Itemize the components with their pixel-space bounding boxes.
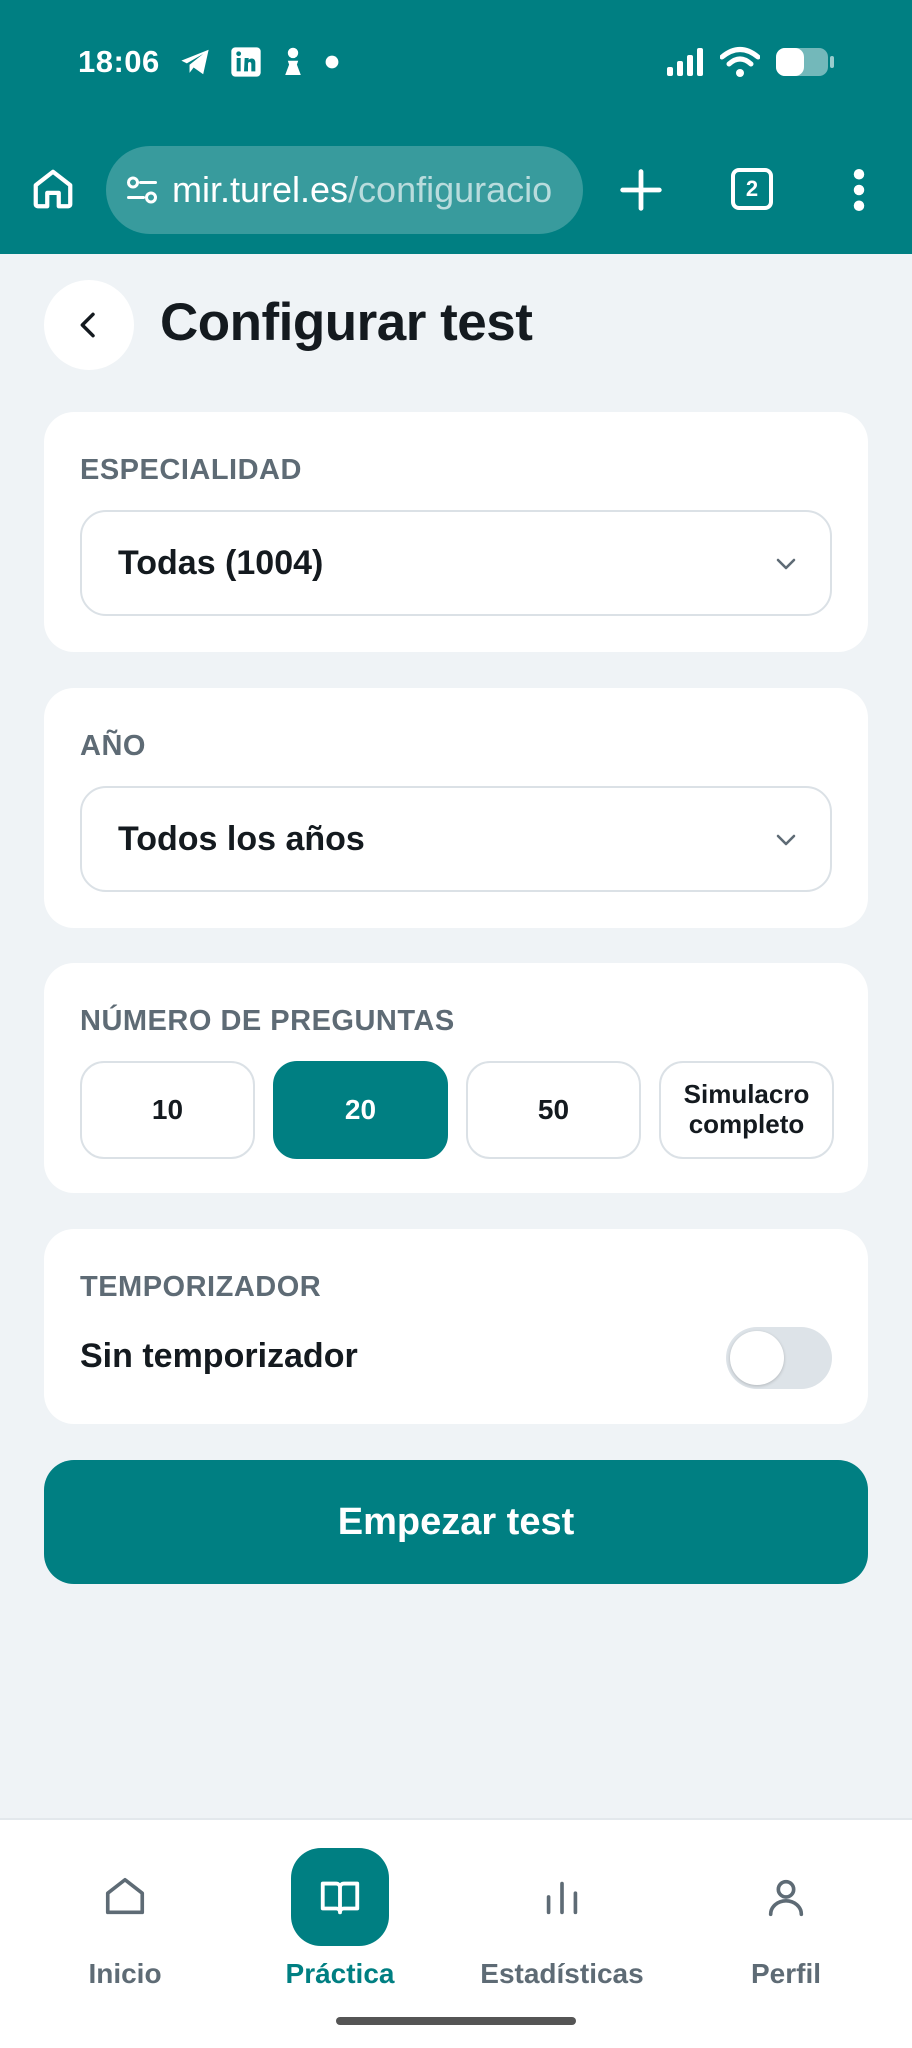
nav-item-estadisticas[interactable]: Estadísticas — [462, 1848, 662, 1990]
nav-label-practica: Práctica — [285, 1958, 395, 1989]
chevron-down-icon — [776, 558, 796, 570]
gesture-home-indicator[interactable] — [336, 2017, 576, 2025]
nav-item-practica[interactable]: Práctica — [240, 1848, 440, 1990]
count-option-10[interactable]: 10 — [80, 1061, 255, 1159]
page-title: Configurar test — [160, 293, 533, 352]
address-bar[interactable]: mir.turel.es/configuracio — [106, 146, 583, 234]
chevron-left-icon — [80, 312, 95, 338]
timer-card: TEMPORIZADOR Sin temporizador — [44, 1229, 868, 1424]
back-button[interactable] — [44, 280, 134, 370]
signal-icon — [667, 48, 703, 76]
system-icons — [666, 46, 836, 78]
url-text: mir.turel.es/configuracio — [172, 169, 564, 211]
bar-chart-icon — [546, 1881, 578, 1915]
browser-toolbar: mir.turel.es/configuracio 2 — [0, 146, 912, 236]
battery-icon — [776, 48, 834, 76]
tab-switcher-button[interactable]: 2 — [731, 168, 773, 210]
timer-toggle[interactable] — [726, 1327, 832, 1389]
url-domain: mir.turel.es — [172, 169, 349, 210]
specialty-value: Todas (1004) — [118, 543, 324, 582]
url-path: /configuracio — [348, 169, 553, 210]
user-icon — [768, 1879, 804, 1917]
chevron-down-icon — [776, 834, 796, 846]
tab-count: 2 — [745, 176, 759, 201]
nav-label-perfil: Perfil — [750, 1958, 822, 1989]
status-bar: 18:06 — [0, 0, 912, 130]
telegram-icon — [181, 49, 209, 75]
notification-icons — [178, 46, 340, 78]
specialty-select[interactable]: Todas (1004) — [80, 510, 832, 616]
bottom-navigation: Inicio Práctica Estadísticas Perfil — [0, 1818, 912, 2048]
nav-label-inicio: Inicio — [88, 1958, 162, 1989]
nav-item-perfil[interactable]: Perfil — [686, 1848, 886, 1990]
site-settings-icon[interactable] — [124, 172, 160, 208]
wifi-icon — [720, 47, 760, 77]
timer-label: TEMPORIZADOR — [80, 1271, 322, 1303]
browser-chrome: 18:06 mir.turel.es/configuracio 2 — [0, 0, 912, 254]
count-option-full-simulation-label: Simulacro completo — [683, 1079, 810, 1139]
nav-item-inicio[interactable]: Inicio — [25, 1848, 225, 1990]
question-count-card: NÚMERO DE PREGUNTAS 10 20 50 Simulacro c… — [44, 963, 868, 1193]
book-icon — [320, 1881, 360, 1915]
new-tab-icon[interactable] — [619, 168, 663, 212]
chess-pawn-icon — [285, 47, 301, 75]
timer-status-text: Sin temporizador — [80, 1337, 358, 1375]
nav-label-estadisticas: Estadísticas — [480, 1958, 644, 1989]
home-icon — [105, 1877, 145, 1915]
year-select[interactable]: Todos los años — [80, 786, 832, 892]
more-menu-icon[interactable] — [852, 168, 866, 212]
specialty-card: ESPECIALIDAD Todas (1004) — [44, 412, 868, 652]
year-value: Todos los años — [118, 819, 365, 858]
count-option-full-simulation[interactable]: Simulacro completo — [659, 1061, 834, 1159]
question-count-options: 10 20 50 Simulacro completo — [80, 1061, 834, 1159]
count-option-20[interactable]: 20 — [273, 1061, 448, 1159]
count-option-50[interactable]: 50 — [466, 1061, 641, 1159]
specialty-label: ESPECIALIDAD — [80, 454, 302, 486]
start-test-button[interactable]: Empezar test — [44, 1460, 868, 1584]
year-card: AÑO Todos los años — [44, 688, 868, 928]
status-time: 18:06 — [78, 44, 160, 79]
toggle-knob — [730, 1331, 784, 1385]
browser-home-icon[interactable] — [30, 166, 76, 212]
year-label: AÑO — [80, 730, 146, 762]
linkedin-icon — [231, 47, 261, 77]
question-count-label: NÚMERO DE PREGUNTAS — [80, 1005, 455, 1037]
dot-icon — [325, 55, 339, 69]
